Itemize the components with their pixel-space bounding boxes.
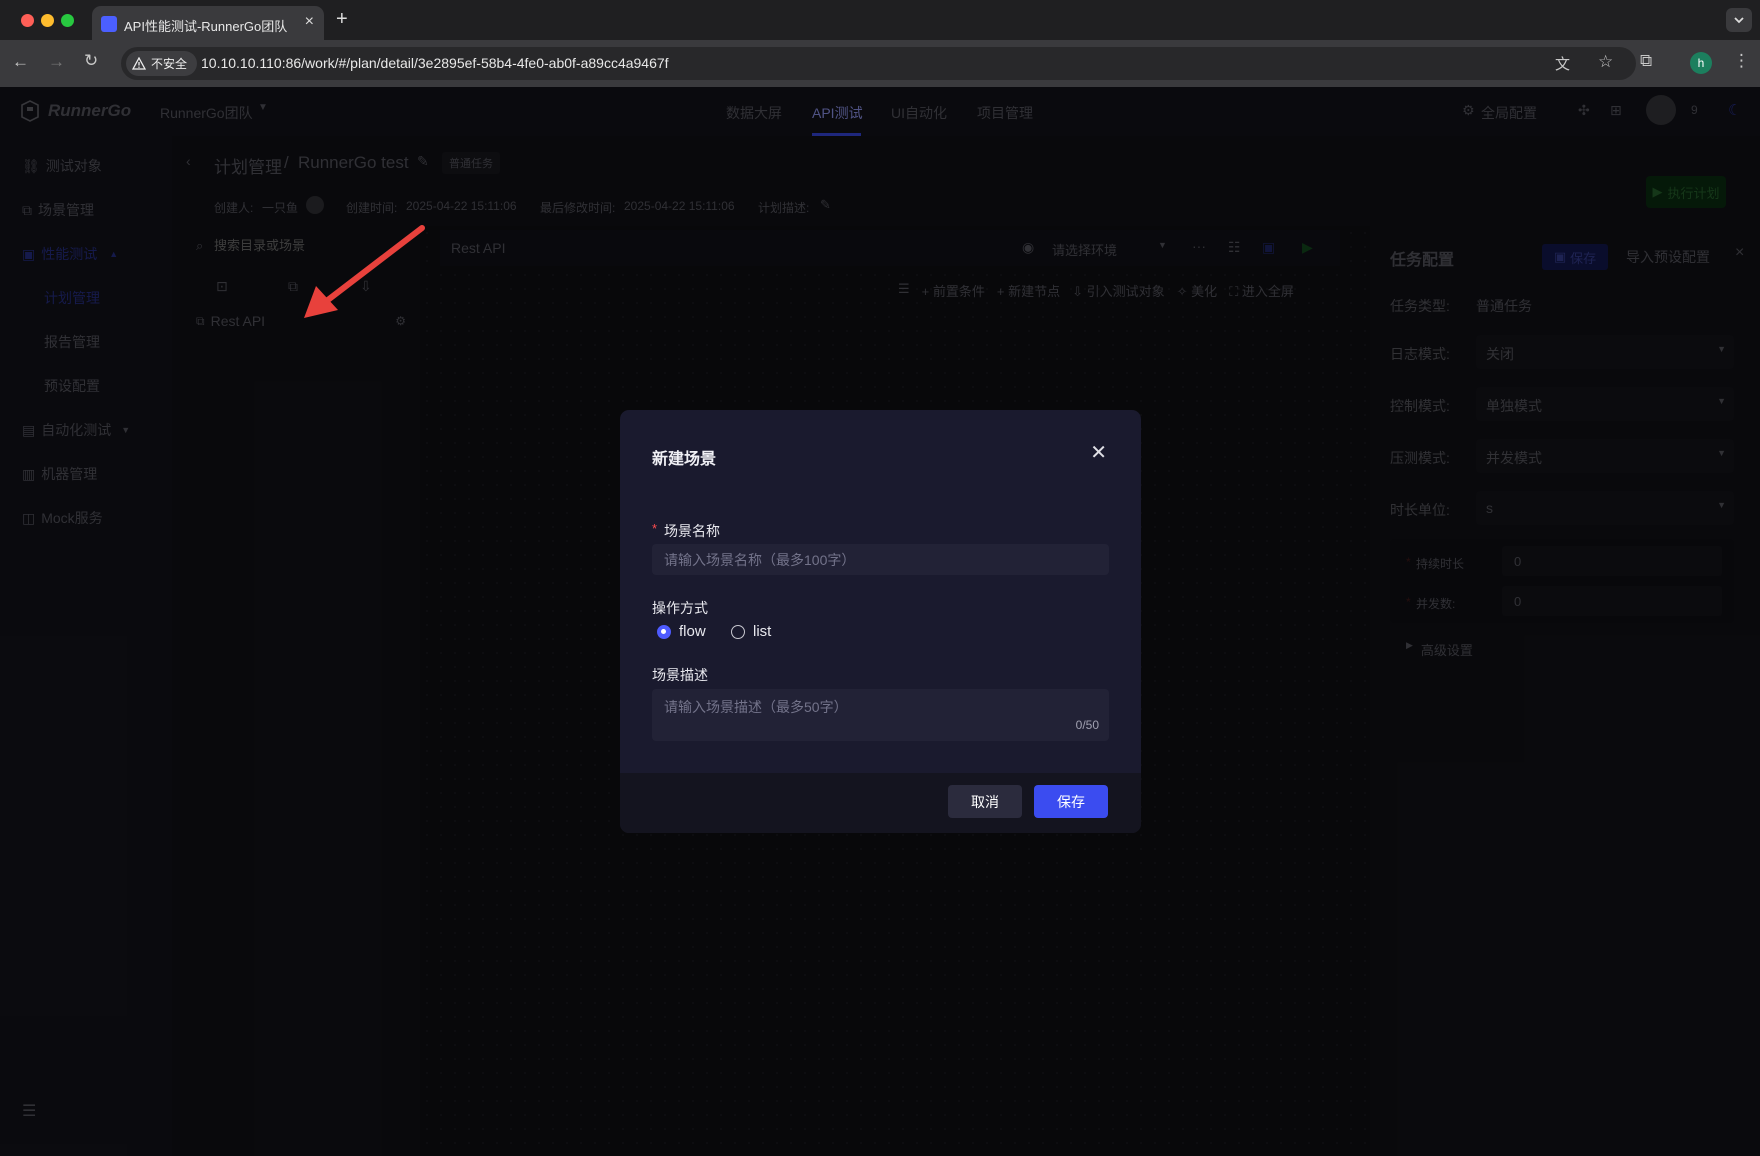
tab-search-button[interactable] [1726, 8, 1752, 32]
security-chip[interactable]: 不安全 [126, 51, 198, 76]
scene-name-input[interactable] [652, 544, 1109, 575]
radio-flow[interactable]: flow [657, 623, 706, 640]
more-menu-icon[interactable]: ⋮ [1733, 51, 1750, 71]
required-mark: * [652, 521, 658, 536]
browser-tab-strip: API性能测试-RunnerGo团队 × + [0, 0, 1760, 40]
tab-title: API性能测试-RunnerGo团队 [124, 19, 288, 34]
scene-description-input[interactable] [652, 689, 1109, 741]
annotation-arrow-icon [304, 225, 425, 318]
save-button[interactable]: 保存 [1034, 785, 1108, 818]
address-bar[interactable]: 不安全 10.10.10.110:86/work/#/plan/detail/3… [121, 47, 1636, 80]
tab-close-icon[interactable]: × [305, 13, 314, 31]
warning-icon [132, 57, 146, 70]
reload-icon[interactable]: ↻ [84, 51, 98, 71]
translate-icon[interactable]: 文 [1555, 53, 1570, 74]
radio-list[interactable]: list [731, 623, 771, 640]
browser-toolbar: ← → ↻ 不安全 10.10.10.110:86/work/#/plan/de… [0, 40, 1760, 87]
operation-mode-label: 操作方式 [652, 600, 708, 616]
close-window-button[interactable] [21, 14, 34, 27]
bookmark-star-icon[interactable]: ☆ [1598, 52, 1613, 72]
minimize-window-button[interactable] [41, 14, 54, 27]
scene-name-label: 场景名称 [664, 523, 720, 539]
back-icon[interactable]: ← [12, 52, 29, 72]
url-text: 10.10.10.110:86/work/#/plan/detail/3e289… [201, 55, 669, 71]
modal-footer: 取消 保存 [620, 773, 1141, 833]
insecure-label: 不安全 [151, 57, 188, 71]
scene-description-label: 场景描述 [652, 667, 708, 683]
chevron-down-icon [1734, 17, 1744, 24]
profile-avatar[interactable]: h [1690, 52, 1712, 74]
radio-selected-icon [657, 624, 671, 639]
close-icon[interactable]: ✕ [1090, 443, 1107, 463]
extensions-icon[interactable]: ⧉ [1640, 51, 1652, 71]
maximize-window-button[interactable] [61, 14, 74, 27]
browser-tab[interactable]: API性能测试-RunnerGo团队 × [92, 6, 324, 40]
description-char-counter: 0/50 [1075, 718, 1099, 732]
new-tab-icon[interactable]: + [336, 8, 348, 31]
modal-title: 新建场景 [652, 451, 717, 468]
forward-icon[interactable]: → [48, 52, 65, 72]
cancel-button[interactable]: 取消 [948, 785, 1022, 818]
new-scene-modal: 新建场景 ✕ * 场景名称 操作方式 flow list 场景描述 0/50 取… [620, 410, 1141, 833]
tab-favicon-icon [101, 16, 117, 32]
radio-unselected-icon [731, 624, 745, 639]
